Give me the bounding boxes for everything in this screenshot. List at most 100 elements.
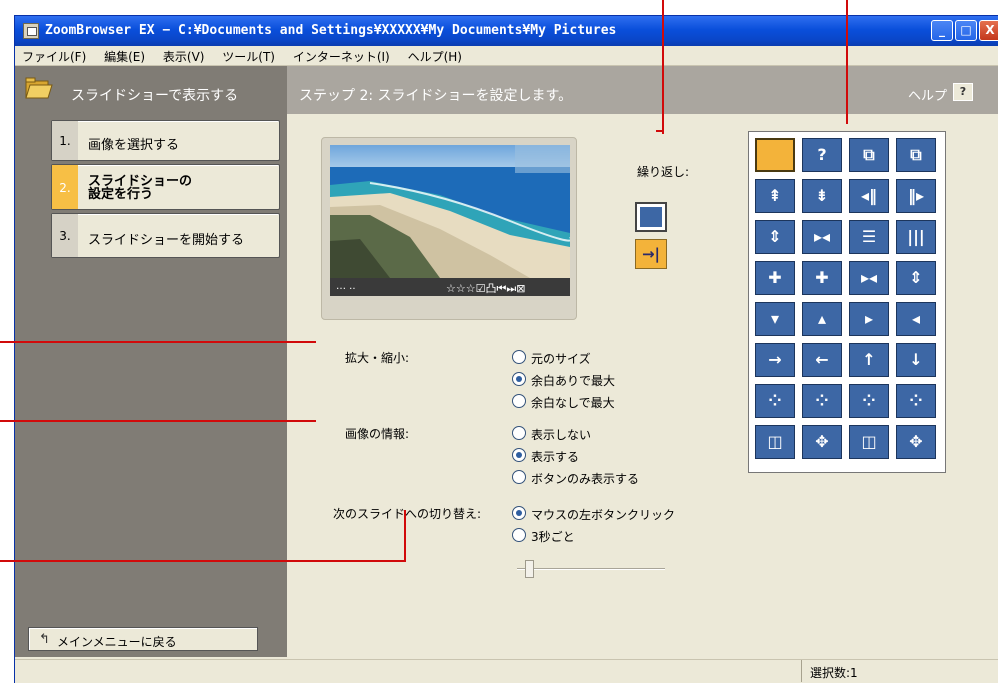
- callout-line: [0, 341, 316, 343]
- info-hide-radio[interactable]: [512, 426, 526, 440]
- title-bar[interactable]: ZoomBrowser EX − C:¥Documents and Settin…: [15, 16, 998, 46]
- zoom-original-label: 元のサイズ: [531, 352, 591, 366]
- effect-push-left-button[interactable]: ←: [802, 343, 842, 377]
- interval-slider[interactable]: [517, 560, 665, 580]
- callout-line: [846, 0, 848, 124]
- maximize-button[interactable]: □: [955, 20, 977, 41]
- screenshot-root: { "window": { "title": "ZoomBrowser EX −…: [0, 0, 998, 683]
- effect-box-out-button[interactable]: ⧉: [896, 138, 936, 172]
- info-hide-label: 表示しない: [531, 428, 592, 442]
- effect-blinds-horizontal-button[interactable]: ☰: [849, 220, 889, 254]
- effect-push-up-button[interactable]: ↑: [849, 343, 889, 377]
- repeat-off-button[interactable]: →|: [635, 239, 667, 269]
- info-show-label: 表示する: [531, 450, 580, 464]
- effect-cross-out-button[interactable]: ✚: [755, 261, 795, 295]
- zoom-fit-nomargin-radio[interactable]: [512, 394, 526, 408]
- info-show-radio[interactable]: [512, 448, 526, 462]
- effect-cover-right-button[interactable]: ▸: [849, 302, 889, 336]
- step-label: 画像を選択する: [88, 138, 180, 153]
- effect-squeeze-horizontal-button[interactable]: ▸◂: [849, 261, 889, 295]
- effect-push-down-button[interactable]: ↓: [896, 343, 936, 377]
- menu-bar: ファイル(F) 編集(E) 表示(V) ツール(T) インターネット(I) ヘル…: [15, 46, 998, 66]
- return-arrow-icon: ↰: [39, 632, 50, 647]
- effect-dissolve-large-button[interactable]: ⁘: [896, 384, 936, 418]
- preview-info-bar: … .. ☆☆☆☑凸⏮⏭⊠: [330, 278, 570, 296]
- zoom-label: 拡大・縮小:: [345, 351, 410, 365]
- callout-line: [0, 560, 406, 562]
- repeat-loop-button[interactable]: [635, 202, 667, 232]
- info-buttons-only-label: ボタンのみ表示する: [531, 472, 640, 486]
- effect-split-left-button[interactable]: ◂‖: [849, 179, 889, 213]
- effect-explode-button[interactable]: ✥: [802, 425, 842, 459]
- effect-cover-left-button[interactable]: ◂: [896, 302, 936, 336]
- effect-dissolve-coarse-button[interactable]: ⁘: [849, 384, 889, 418]
- step-header: ステップ 2: スライドショーを設定します。 ヘルプ ?: [287, 66, 998, 114]
- zoom-fit-margin-label: 余白ありで最大: [531, 374, 616, 388]
- effect-split-horizontal-button[interactable]: ▸◂: [802, 220, 842, 254]
- preview-bar-text: … ..: [336, 281, 356, 292]
- effect-split-right-button[interactable]: ‖▸: [896, 179, 936, 213]
- zoom-original-radio[interactable]: [512, 350, 526, 364]
- close-button[interactable]: X: [979, 20, 998, 41]
- effect-strips-box-button[interactable]: ◫: [849, 425, 889, 459]
- help-button[interactable]: ?: [953, 83, 973, 101]
- effect-blinds-vertical-button[interactable]: |||: [896, 220, 936, 254]
- back-label: メインメニューに戻る: [57, 635, 177, 649]
- status-bar: 選択数:1: [15, 659, 998, 682]
- minimize-button[interactable]: _: [931, 20, 953, 41]
- effect-dissolve-fine-button[interactable]: ⁘: [755, 384, 795, 418]
- window-title: ZoomBrowser EX − C:¥Documents and Settin…: [45, 23, 617, 38]
- step-title: ステップ 2: スライドショーを設定します。: [299, 88, 573, 104]
- task-title: スライドショーで表示する: [71, 88, 239, 104]
- menu-edit[interactable]: 編集(E): [97, 46, 152, 66]
- advance-click-radio[interactable]: [512, 506, 526, 520]
- effect-random-button[interactable]: ?: [802, 138, 842, 172]
- zoom-fit-margin-radio[interactable]: [512, 372, 526, 386]
- effect-wipe-down-button[interactable]: ⇟: [802, 179, 842, 213]
- effect-wipe-up-button[interactable]: ⇞: [755, 179, 795, 213]
- step-sidebar: 1. 画像を選択する 2. スライドショーの 設定を行う 3. スライドショーを…: [15, 114, 287, 657]
- help-label[interactable]: ヘルプ: [908, 85, 947, 104]
- menu-tools[interactable]: ツール(T): [215, 46, 282, 66]
- preview-control-icons: ☆☆☆☑凸⏮⏭⊠: [446, 282, 526, 295]
- effect-cross-in-button[interactable]: ✚: [802, 261, 842, 295]
- effect-dissolve-medium-button[interactable]: ⁘: [802, 384, 842, 418]
- step-label-line2: 設定を行う: [88, 187, 154, 202]
- advance-label: 次のスライドへの切り替え:: [333, 507, 482, 521]
- menu-view[interactable]: 表示(V): [156, 46, 212, 66]
- callout-line: [656, 130, 664, 132]
- menu-internet[interactable]: インターネット(I): [286, 46, 397, 66]
- effect-push-right-button[interactable]: →: [755, 343, 795, 377]
- effect-none-button[interactable]: [755, 138, 795, 172]
- info-buttons-only-radio[interactable]: [512, 470, 526, 484]
- advance-timer-label: 3秒ごと: [531, 530, 575, 544]
- image-info-label: 画像の情報:: [345, 427, 410, 441]
- step-number: 3.: [52, 214, 78, 257]
- effect-expand-vertical-button[interactable]: ⇕: [896, 261, 936, 295]
- folder-icon: [25, 77, 53, 99]
- step-number: 2.: [52, 165, 78, 209]
- effect-box-in-button[interactable]: ⧉: [849, 138, 889, 172]
- task-header: スライドショーで表示する: [15, 66, 287, 114]
- menu-help[interactable]: ヘルプ(H): [401, 46, 469, 66]
- effect-strips-horizontal-button[interactable]: ◫: [755, 425, 795, 459]
- callout-line: [0, 420, 316, 422]
- app-icon[interactable]: [23, 23, 39, 39]
- menu-file[interactable]: ファイル(F): [15, 46, 93, 66]
- step-select-images-button[interactable]: 1. 画像を選択する: [51, 120, 280, 161]
- callout-line: [662, 0, 664, 134]
- back-to-main-menu-button[interactable]: ↰ メインメニューに戻る: [28, 627, 258, 651]
- advance-timer-radio[interactable]: [512, 528, 526, 542]
- effect-squeeze-vertical-button[interactable]: ⇕: [755, 220, 795, 254]
- slider-track: [517, 568, 665, 570]
- effect-cover-up-button[interactable]: ▴: [802, 302, 842, 336]
- effect-cover-down-button[interactable]: ▾: [755, 302, 795, 336]
- slider-thumb[interactable]: [525, 560, 534, 578]
- step-number: 1.: [52, 121, 78, 160]
- repeat-label: 繰り返し:: [637, 165, 690, 179]
- step-start-button[interactable]: 3. スライドショーを開始する: [51, 213, 280, 258]
- effect-star-button[interactable]: ✥: [896, 425, 936, 459]
- settings-panel: … .. ☆☆☆☑凸⏮⏭⊠ 繰り返し: →| 拡大・縮小: 元のサイズ 余白あり…: [287, 114, 998, 657]
- step-configure-button[interactable]: 2. スライドショーの 設定を行う: [51, 164, 280, 210]
- zoom-fit-nomargin-label: 余白なしで最大: [531, 396, 615, 410]
